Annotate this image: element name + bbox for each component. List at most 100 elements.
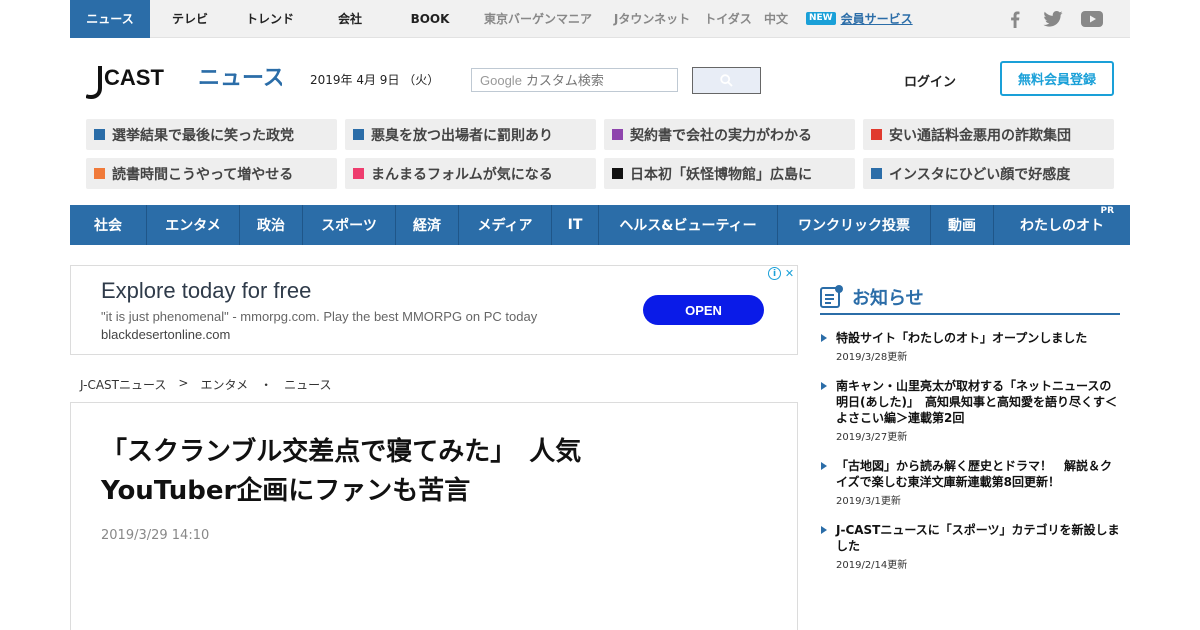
topic-label: 日本初「妖怪博物館」広島に xyxy=(630,166,812,183)
tab-news[interactable]: ニュース xyxy=(70,0,150,38)
facebook-icon[interactable] xyxy=(1005,0,1025,38)
topic-marker xyxy=(94,168,105,179)
breadcrumb-separator: ・ xyxy=(260,378,273,392)
tab-trend[interactable]: トレンド xyxy=(230,0,310,38)
notice-item[interactable]: 特設サイト「わたしのオト」オープンしました 2019/3/28更新 xyxy=(820,330,1120,363)
category-politics[interactable]: 政治 xyxy=(240,205,303,245)
breadcrumb-home[interactable]: J-CASTニュース xyxy=(80,376,166,393)
article-title: 「スクランブル交差点で寝てみた」 人気YouTuber企画にファンも苦言 xyxy=(101,437,582,506)
topic-item[interactable]: 日本初「妖怪博物館」広島に xyxy=(604,158,855,189)
search-button[interactable] xyxy=(692,67,761,94)
notice-icon xyxy=(820,284,843,308)
topic-item[interactable]: 読書時間こうやって増やせる xyxy=(86,158,337,189)
topic-marker xyxy=(612,168,623,179)
notices-title: お知らせ xyxy=(852,287,924,309)
topic-label: 選挙結果で最後に笑った政党 xyxy=(112,127,294,144)
notice-text[interactable]: J-CASTニュースに「スポーツ」カテゴリを新設しました xyxy=(836,522,1120,554)
category-watashi-label: わたしのオト xyxy=(1020,218,1104,234)
topic-item[interactable]: まんまるフォルムが気になる xyxy=(345,158,596,189)
notice-updated: 2019/2/14更新 xyxy=(836,560,908,571)
link-bargain-mania[interactable]: 東京バーゲンマニア xyxy=(470,0,606,38)
member-service-label[interactable]: 会員サービス xyxy=(841,10,913,27)
arrow-icon xyxy=(821,462,827,470)
top-nav: ニュース テレビ トレンド 会社 BOOK 東京バーゲンマニア Jタウンネット … xyxy=(70,0,1130,38)
topic-item[interactable]: 安い通話料金悪用の詐欺集団 xyxy=(863,119,1114,150)
category-society[interactable]: 社会 xyxy=(70,205,147,245)
tab-tv[interactable]: テレビ xyxy=(150,0,230,38)
topic-marker xyxy=(612,129,623,140)
breadcrumb-separator: > xyxy=(178,376,189,390)
tab-company[interactable]: 会社 xyxy=(310,0,390,38)
notice-text[interactable]: 南キャン・山里亮太が取材する「ネットニュースの明日(あした)」 高知県知事と高知… xyxy=(836,378,1120,426)
ad-info-icon[interactable]: i xyxy=(768,267,781,280)
topic-label: 契約書で会社の実力がわかる xyxy=(630,127,812,144)
ad-banner[interactable]: Explore today for free "it is just pheno… xyxy=(70,265,798,355)
link-chinese[interactable]: 中文 xyxy=(758,0,794,38)
article-card: 「スクランブル交差点で寝てみた」 人気YouTuber企画にファンも苦言 201… xyxy=(70,402,798,630)
topic-item[interactable]: 契約書で会社の実力がわかる xyxy=(604,119,855,150)
topic-item[interactable]: 悪臭を放つ出場者に罰則あり xyxy=(345,119,596,150)
register-button[interactable]: 無料会員登録 xyxy=(1000,61,1114,96)
svg-text:CAST: CAST xyxy=(104,65,164,90)
search-box[interactable]: Google xyxy=(471,68,678,92)
topic-item[interactable]: インスタにひどい顔で好感度 xyxy=(863,158,1114,189)
arrow-icon xyxy=(821,334,827,342)
ad-open-button[interactable]: OPEN xyxy=(643,295,764,325)
notice-item[interactable]: 南キャン・山里亮太が取材する「ネットニュースの明日(あした)」 高知県知事と高知… xyxy=(820,378,1120,443)
new-badge: NEW xyxy=(806,12,836,25)
topic-item[interactable]: 選挙結果で最後に笑った政党 xyxy=(86,119,337,150)
topic-label: インスタにひどい顔で好感度 xyxy=(889,166,1071,183)
ad-close-icon[interactable]: ✕ xyxy=(783,267,796,280)
notice-item[interactable]: 「古地図」から読み解く歴史とドラマ！ 解説＆クイズで楽しむ東洋文庫新連載第8回更… xyxy=(820,458,1120,507)
link-jtown[interactable]: Jタウンネット xyxy=(606,0,698,38)
search-input[interactable] xyxy=(525,72,677,88)
ad-title[interactable]: Explore today for free xyxy=(101,278,311,304)
category-one-click-vote[interactable]: ワンクリック投票 xyxy=(778,205,931,245)
ad-url[interactable]: blackdesertonline.com xyxy=(101,327,230,342)
notices-header: お知らせ xyxy=(820,280,1120,315)
category-watashi-no-oto[interactable]: わたしのオト PR xyxy=(994,205,1130,245)
notice-updated: 2019/3/28更新 xyxy=(836,352,908,363)
category-it[interactable]: IT xyxy=(552,205,599,245)
notice-updated: 2019/3/1更新 xyxy=(836,496,901,507)
notice-text[interactable]: 特設サイト「わたしのオト」オープンしました xyxy=(836,330,1120,346)
ad-text: "it is just phenomenal" - mmorpg.com. Pl… xyxy=(101,309,538,324)
link-toidas[interactable]: トイダス xyxy=(698,0,758,38)
topic-label: 悪臭を放つ出場者に罰則あり xyxy=(371,127,553,144)
category-media[interactable]: メディア xyxy=(459,205,552,245)
topic-marker xyxy=(94,129,105,140)
article-date: 2019/3/29 14:10 xyxy=(101,528,210,543)
arrow-icon xyxy=(821,382,827,390)
google-label: Google xyxy=(480,72,522,88)
category-entertainment[interactable]: エンタメ xyxy=(147,205,240,245)
jcast-logo[interactable]: CAST ニュース xyxy=(85,60,285,100)
tab-book[interactable]: BOOK xyxy=(390,0,470,38)
youtube-icon[interactable] xyxy=(1080,0,1104,38)
twitter-icon[interactable] xyxy=(1042,0,1064,38)
category-sports[interactable]: スポーツ xyxy=(303,205,396,245)
current-date: 2019年 4月 9日 （火） xyxy=(310,73,440,87)
notice-text[interactable]: 「古地図」から読み解く歴史とドラマ！ 解説＆クイズで楽しむ東洋文庫新連載第8回更… xyxy=(836,458,1120,490)
notice-updated: 2019/3/27更新 xyxy=(836,432,908,443)
topic-label: 読書時間こうやって増やせる xyxy=(112,166,294,183)
member-service-link[interactable]: NEW 会員サービス xyxy=(794,0,914,38)
login-link[interactable]: ログイン xyxy=(904,71,956,90)
topic-marker xyxy=(871,129,882,140)
pr-badge: PR xyxy=(1100,206,1114,216)
category-video[interactable]: 動画 xyxy=(931,205,994,245)
arrow-icon xyxy=(821,526,827,534)
breadcrumb-entertainment[interactable]: エンタメ xyxy=(200,376,248,393)
topic-marker xyxy=(353,129,364,140)
breadcrumb: J-CASTニュース > エンタメ ・ ニュース xyxy=(80,376,332,393)
topic-marker xyxy=(871,168,882,179)
notice-item[interactable]: J-CASTニュースに「スポーツ」カテゴリを新設しました 2019/2/14更新 xyxy=(820,522,1120,571)
category-health-beauty[interactable]: ヘルス&ビューティー xyxy=(599,205,778,245)
topic-marker xyxy=(353,168,364,179)
topic-label: まんまるフォルムが気になる xyxy=(371,166,553,183)
svg-text:ニュース: ニュース xyxy=(198,66,282,91)
category-nav: 社会 エンタメ 政治 スポーツ 経済 メディア IT ヘルス&ビューティー ワン… xyxy=(70,205,1130,245)
category-economy[interactable]: 経済 xyxy=(396,205,459,245)
search-icon xyxy=(720,74,733,87)
topic-label: 安い通話料金悪用の詐欺集団 xyxy=(889,127,1071,144)
breadcrumb-news[interactable]: ニュース xyxy=(284,376,331,393)
